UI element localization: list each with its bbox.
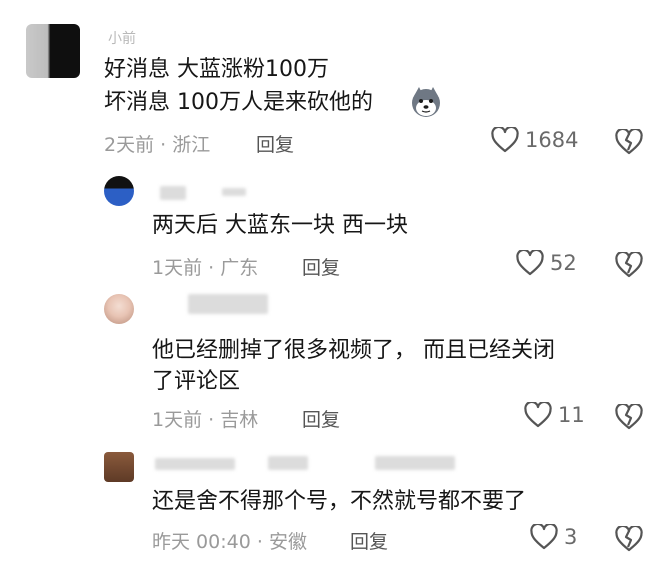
- avatar[interactable]: [26, 24, 80, 78]
- comment-meta: 1天前 · 吉林: [152, 405, 258, 432]
- comment-location: 吉林: [220, 409, 259, 431]
- comment-meta: 1天前 · 广东: [152, 253, 258, 280]
- username-blurred[interactable]: [155, 458, 235, 470]
- comment-time: 2天前: [104, 134, 155, 156]
- separator: ·: [160, 134, 167, 156]
- reply-button[interactable]: 回复: [256, 130, 294, 157]
- avatar[interactable]: [104, 452, 134, 482]
- broken-heart-icon[interactable]: [615, 252, 643, 278]
- reply-button[interactable]: 回复: [302, 253, 340, 280]
- username-blurred: [375, 456, 455, 470]
- heart-outline-icon: [491, 127, 519, 153]
- comment-text-line: 还是舍不得那个号，不然就号都不要了: [152, 489, 527, 514]
- reply-button[interactable]: 回复: [302, 405, 340, 432]
- heart-outline-icon: [530, 524, 558, 550]
- avatar[interactable]: [104, 176, 134, 206]
- comment-text-line: 坏消息 100万人是来砍他的: [104, 90, 373, 115]
- like-count: 1684: [525, 128, 579, 152]
- like-button[interactable]: 11: [524, 402, 585, 428]
- comment-time: 昨天 00:40: [152, 531, 251, 553]
- separator: ·: [208, 257, 215, 279]
- username-blurred: [268, 456, 308, 470]
- username-blurred[interactable]: [188, 294, 268, 314]
- comment-text-line: 了评论区: [152, 369, 241, 394]
- username-blurred[interactable]: [160, 186, 186, 200]
- comment-text-line: 两天后 大蓝东一块 西一块: [152, 213, 408, 238]
- comment-location: 广东: [220, 257, 259, 279]
- broken-heart-icon[interactable]: [615, 404, 643, 430]
- avatar[interactable]: [104, 294, 134, 324]
- separator: ·: [256, 531, 263, 553]
- comment-text-line: 好消息 大蓝涨粉100万: [104, 57, 329, 82]
- like-count: 11: [558, 403, 585, 427]
- comment-meta: 昨天 00:40 · 安徽: [152, 527, 307, 554]
- like-count: 3: [564, 525, 578, 549]
- comment-text-line: 他已经删掉了很多视频了， 而且已经关闭: [152, 338, 555, 363]
- like-count: 52: [550, 251, 577, 275]
- broken-heart-icon[interactable]: [615, 526, 643, 552]
- heart-outline-icon: [524, 402, 552, 428]
- heart-outline-icon: [516, 250, 544, 276]
- like-button[interactable]: 3: [530, 524, 577, 550]
- separator: ·: [208, 409, 215, 431]
- like-button[interactable]: 1684: [491, 127, 578, 153]
- husky-emoji-icon: [410, 86, 442, 118]
- comment-meta: 2天前 · 浙江: [104, 130, 210, 157]
- like-button[interactable]: 52: [516, 250, 577, 276]
- username[interactable]: 小前: [108, 28, 136, 48]
- reply-button[interactable]: 回复: [350, 527, 388, 554]
- username-blurred: [222, 188, 246, 196]
- comment-location: 安徽: [268, 531, 307, 553]
- comment-time: 1天前: [152, 257, 203, 279]
- comment-time: 1天前: [152, 409, 203, 431]
- broken-heart-icon[interactable]: [615, 129, 643, 155]
- comment-location: 浙江: [172, 134, 211, 156]
